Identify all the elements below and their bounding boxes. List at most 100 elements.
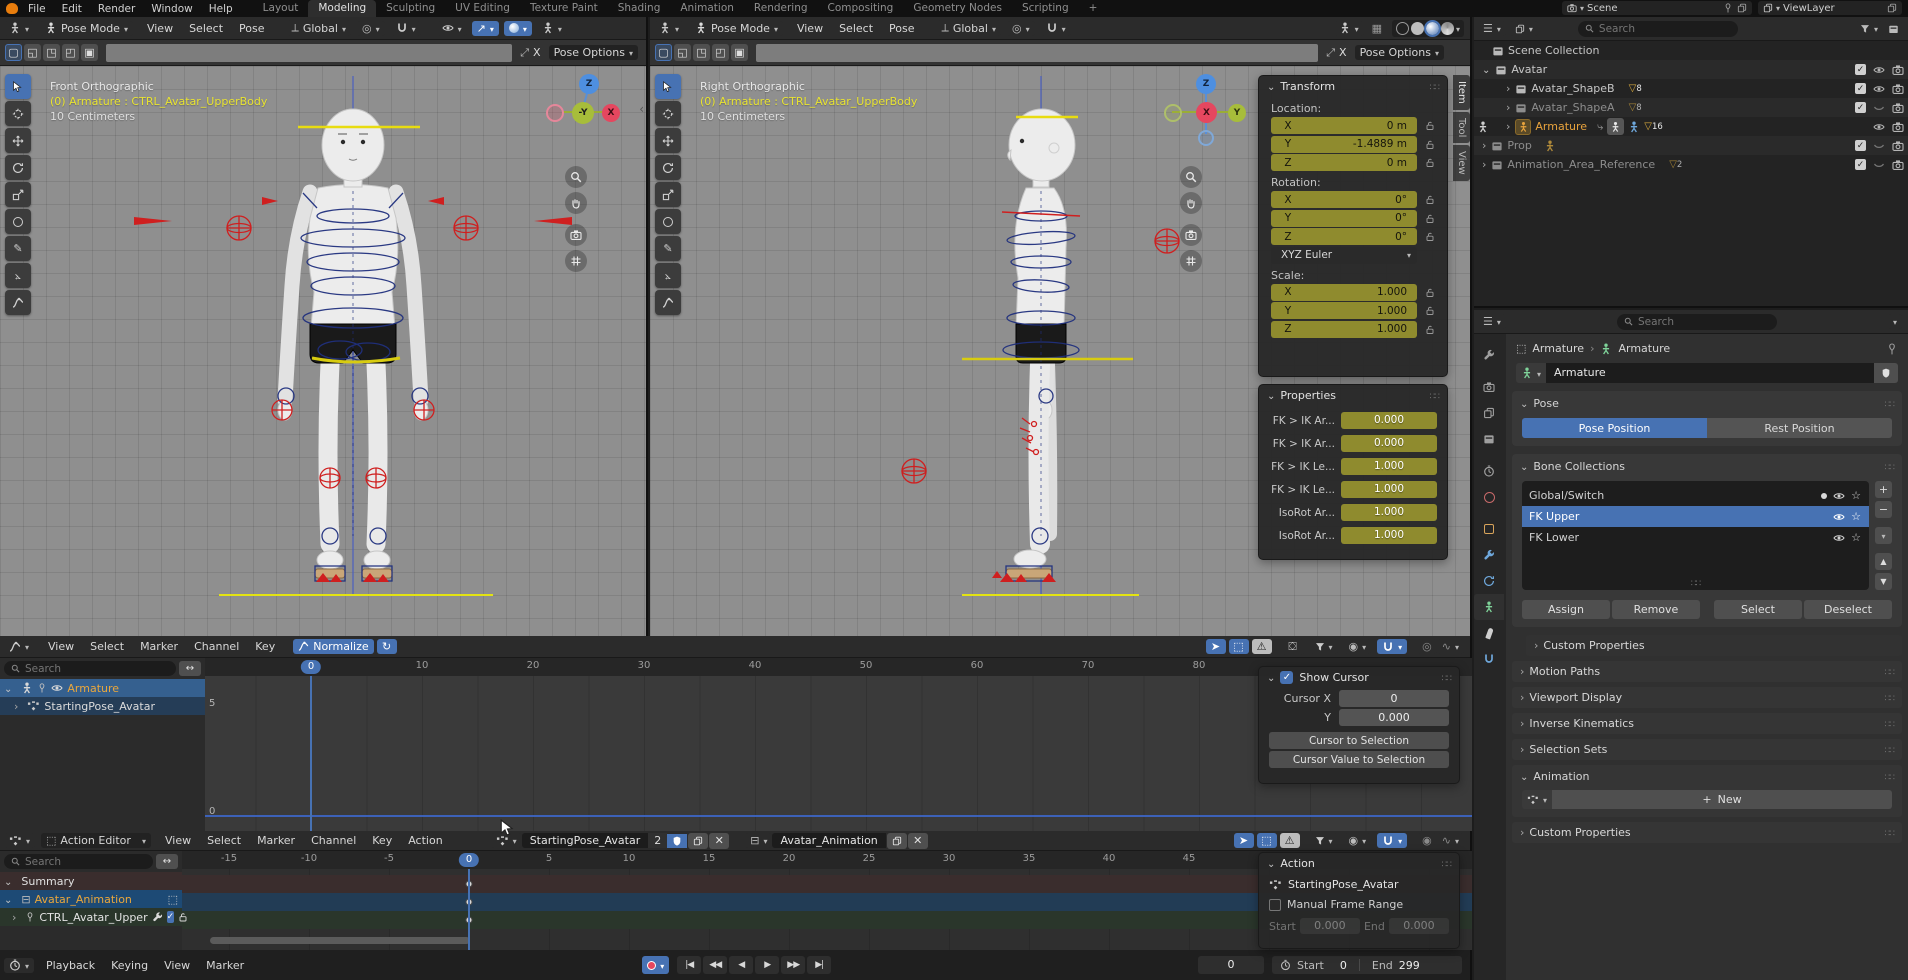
move-up-button[interactable]: ▲ <box>1875 553 1892 570</box>
collapse-icon[interactable] <box>1520 397 1533 410</box>
workspace-tab[interactable]: Texture Paint <box>520 0 608 17</box>
lock-icon[interactable] <box>1423 324 1437 335</box>
expand-icon[interactable] <box>1506 82 1515 95</box>
location-y-field[interactable]: Y-1.4889 m <box>1271 136 1417 153</box>
channel-ctrl[interactable]: CTRL_Avatar_Upper ✓ <box>0 908 182 926</box>
mirror-x-toggle[interactable]: X <box>1339 46 1347 59</box>
property-value-slider[interactable]: 1.000 <box>1341 527 1437 544</box>
expand-search-button[interactable]: ↔ <box>179 661 201 676</box>
armature-data-icon[interactable] <box>1628 121 1640 133</box>
show-errors-icon[interactable]: ⚠ <box>1280 833 1300 848</box>
filter-dropdown[interactable] <box>1310 639 1338 654</box>
gizmo-neg-y-axis[interactable] <box>1164 104 1182 122</box>
pan-button[interactable] <box>565 192 587 214</box>
expand-icon[interactable] <box>1482 139 1491 152</box>
exclude-checkbox[interactable]: ✓ <box>1855 83 1866 94</box>
id-name-field[interactable]: Armature <box>1546 363 1874 383</box>
jump-to-start-button[interactable]: |◀ <box>677 956 701 974</box>
eye-icon[interactable] <box>1833 532 1845 544</box>
property-value-slider[interactable]: 1.000 <box>1341 504 1437 521</box>
transform-tool-button[interactable] <box>5 209 31 234</box>
cursor-tool-button[interactable] <box>5 101 31 126</box>
expand-icon[interactable] <box>14 700 23 713</box>
workspace-tab[interactable]: Compositing <box>818 0 904 17</box>
topbar-menu-item[interactable]: Window <box>143 3 200 15</box>
pose-options-dropdown[interactable]: Pose Options <box>549 45 638 60</box>
editor-type-button[interactable] <box>4 639 34 654</box>
proportional-edit-dropdown[interactable]: ◉ <box>1344 639 1372 654</box>
timeline-menu-item[interactable]: Marker <box>198 959 252 972</box>
outliner-row-armature[interactable]: Armature ⤷ ▽16 <box>1474 117 1908 136</box>
graph-search-input[interactable] <box>25 663 169 675</box>
gizmo-neg-y-axis[interactable]: -Y <box>572 102 594 124</box>
graph-menu-item[interactable]: Marker <box>132 640 186 653</box>
solo-icon[interactable]: ⬚ <box>168 893 178 906</box>
pose-position-button[interactable]: Pose Position <box>1522 418 1707 438</box>
collapse-icon[interactable] <box>1520 770 1533 783</box>
workspace-tab[interactable]: Scripting <box>1012 0 1079 17</box>
manual-range-checkbox[interactable] <box>1269 899 1281 911</box>
sidebar-collapse-arrow[interactable]: ‹ <box>639 102 644 116</box>
editor-type-button[interactable] <box>654 21 684 36</box>
perspective-toggle-button[interactable] <box>1180 250 1202 272</box>
snap-dropdown[interactable] <box>1377 639 1407 654</box>
auto-handle-dropdown[interactable]: ∿ <box>1437 639 1464 654</box>
rotation-z-field[interactable]: Z0° <box>1271 228 1417 245</box>
pivot-point-button[interactable]: ◎ <box>1007 21 1035 36</box>
measure-tool-button[interactable]: ⦛ <box>655 263 681 288</box>
cursor-y-field[interactable]: 0.000 <box>1339 709 1449 726</box>
eye-closed-icon[interactable] <box>1873 102 1885 114</box>
viewport-menu-item[interactable]: View <box>789 22 831 35</box>
start-value[interactable]: 0 <box>1340 959 1347 972</box>
workspace-tab[interactable]: Rendering <box>744 0 818 17</box>
rotation-x-field[interactable]: X0° <box>1271 191 1417 208</box>
modifier-icon[interactable] <box>152 911 163 923</box>
topbar-menu-item[interactable]: Render <box>90 3 143 15</box>
breadcrumb-object[interactable]: Armature <box>1532 342 1584 355</box>
scale-y-field[interactable]: Y1.000 <box>1271 302 1417 319</box>
cursor-to-selection-button[interactable]: Cursor to Selection <box>1269 732 1449 749</box>
lock-icon[interactable] <box>1423 231 1437 242</box>
normalization-icon[interactable]: ⛋ <box>1282 639 1304 655</box>
workspace-tab[interactable]: Geometry Nodes <box>903 0 1012 17</box>
action-panel-action-name[interactable]: StartingPose_Avatar <box>1288 878 1399 891</box>
tab-object[interactable] <box>1474 516 1504 542</box>
select-mode-intersect-icon[interactable]: ▣ <box>81 44 98 61</box>
dope-current-frame-badge[interactable]: 0 <box>459 853 479 867</box>
dope-search[interactable] <box>4 854 153 869</box>
auto-handle-dropdown[interactable]: ∿ <box>1437 833 1464 848</box>
only-selected-filter-icon[interactable]: ➤ <box>1234 833 1254 848</box>
unlink-action-button[interactable]: ✕ <box>709 833 729 849</box>
annotate-tool-button[interactable]: ✎ <box>655 236 681 261</box>
current-frame-field[interactable]: 0 <box>1198 956 1264 974</box>
mode-selector[interactable]: Pose Mode <box>40 21 133 36</box>
end-value[interactable]: 299 <box>1399 959 1420 972</box>
bone-collection-row[interactable]: FK Lower ☆ <box>1522 527 1869 548</box>
transform-tool-button[interactable] <box>655 209 681 234</box>
dope-hscrollbar[interactable] <box>210 937 470 944</box>
location-z-field[interactable]: Z0 m <box>1271 154 1417 171</box>
lock-icon[interactable] <box>1423 287 1437 298</box>
select-button[interactable]: Select <box>1714 600 1802 619</box>
timeline-menu-item[interactable]: Keying <box>103 959 156 972</box>
rotate-tool-button[interactable] <box>5 155 31 180</box>
select-mode-extend-icon[interactable]: ◱ <box>674 44 691 61</box>
blender-logo-icon[interactable] <box>6 3 18 14</box>
channel-summary[interactable]: Summary <box>0 872 182 890</box>
camera-view-button[interactable] <box>1180 224 1202 246</box>
expand-icon[interactable] <box>4 682 17 695</box>
lock-icon[interactable] <box>1423 120 1437 131</box>
pivot-icon[interactable]: ◉ <box>1417 833 1437 848</box>
eye-closed-icon[interactable] <box>1873 140 1885 152</box>
graph-menu-item[interactable]: Key <box>247 640 283 653</box>
annotate-tool-button[interactable]: ✎ <box>5 236 31 261</box>
viewport-left-canvas[interactable]: Front Orthographic (0) Armature : CTRL_A… <box>0 66 646 636</box>
scale-tool-button[interactable] <box>5 182 31 207</box>
panel-grip-icon[interactable] <box>1430 80 1439 93</box>
tab-physics[interactable] <box>1474 568 1504 594</box>
properties-search-input[interactable] <box>1638 316 1770 328</box>
breadcrumb-data[interactable]: Armature <box>1618 342 1670 355</box>
id-type-icon[interactable] <box>1516 363 1546 383</box>
pose-mode-icon[interactable] <box>1610 121 1621 133</box>
fake-user-shield-button[interactable] <box>1874 363 1898 383</box>
